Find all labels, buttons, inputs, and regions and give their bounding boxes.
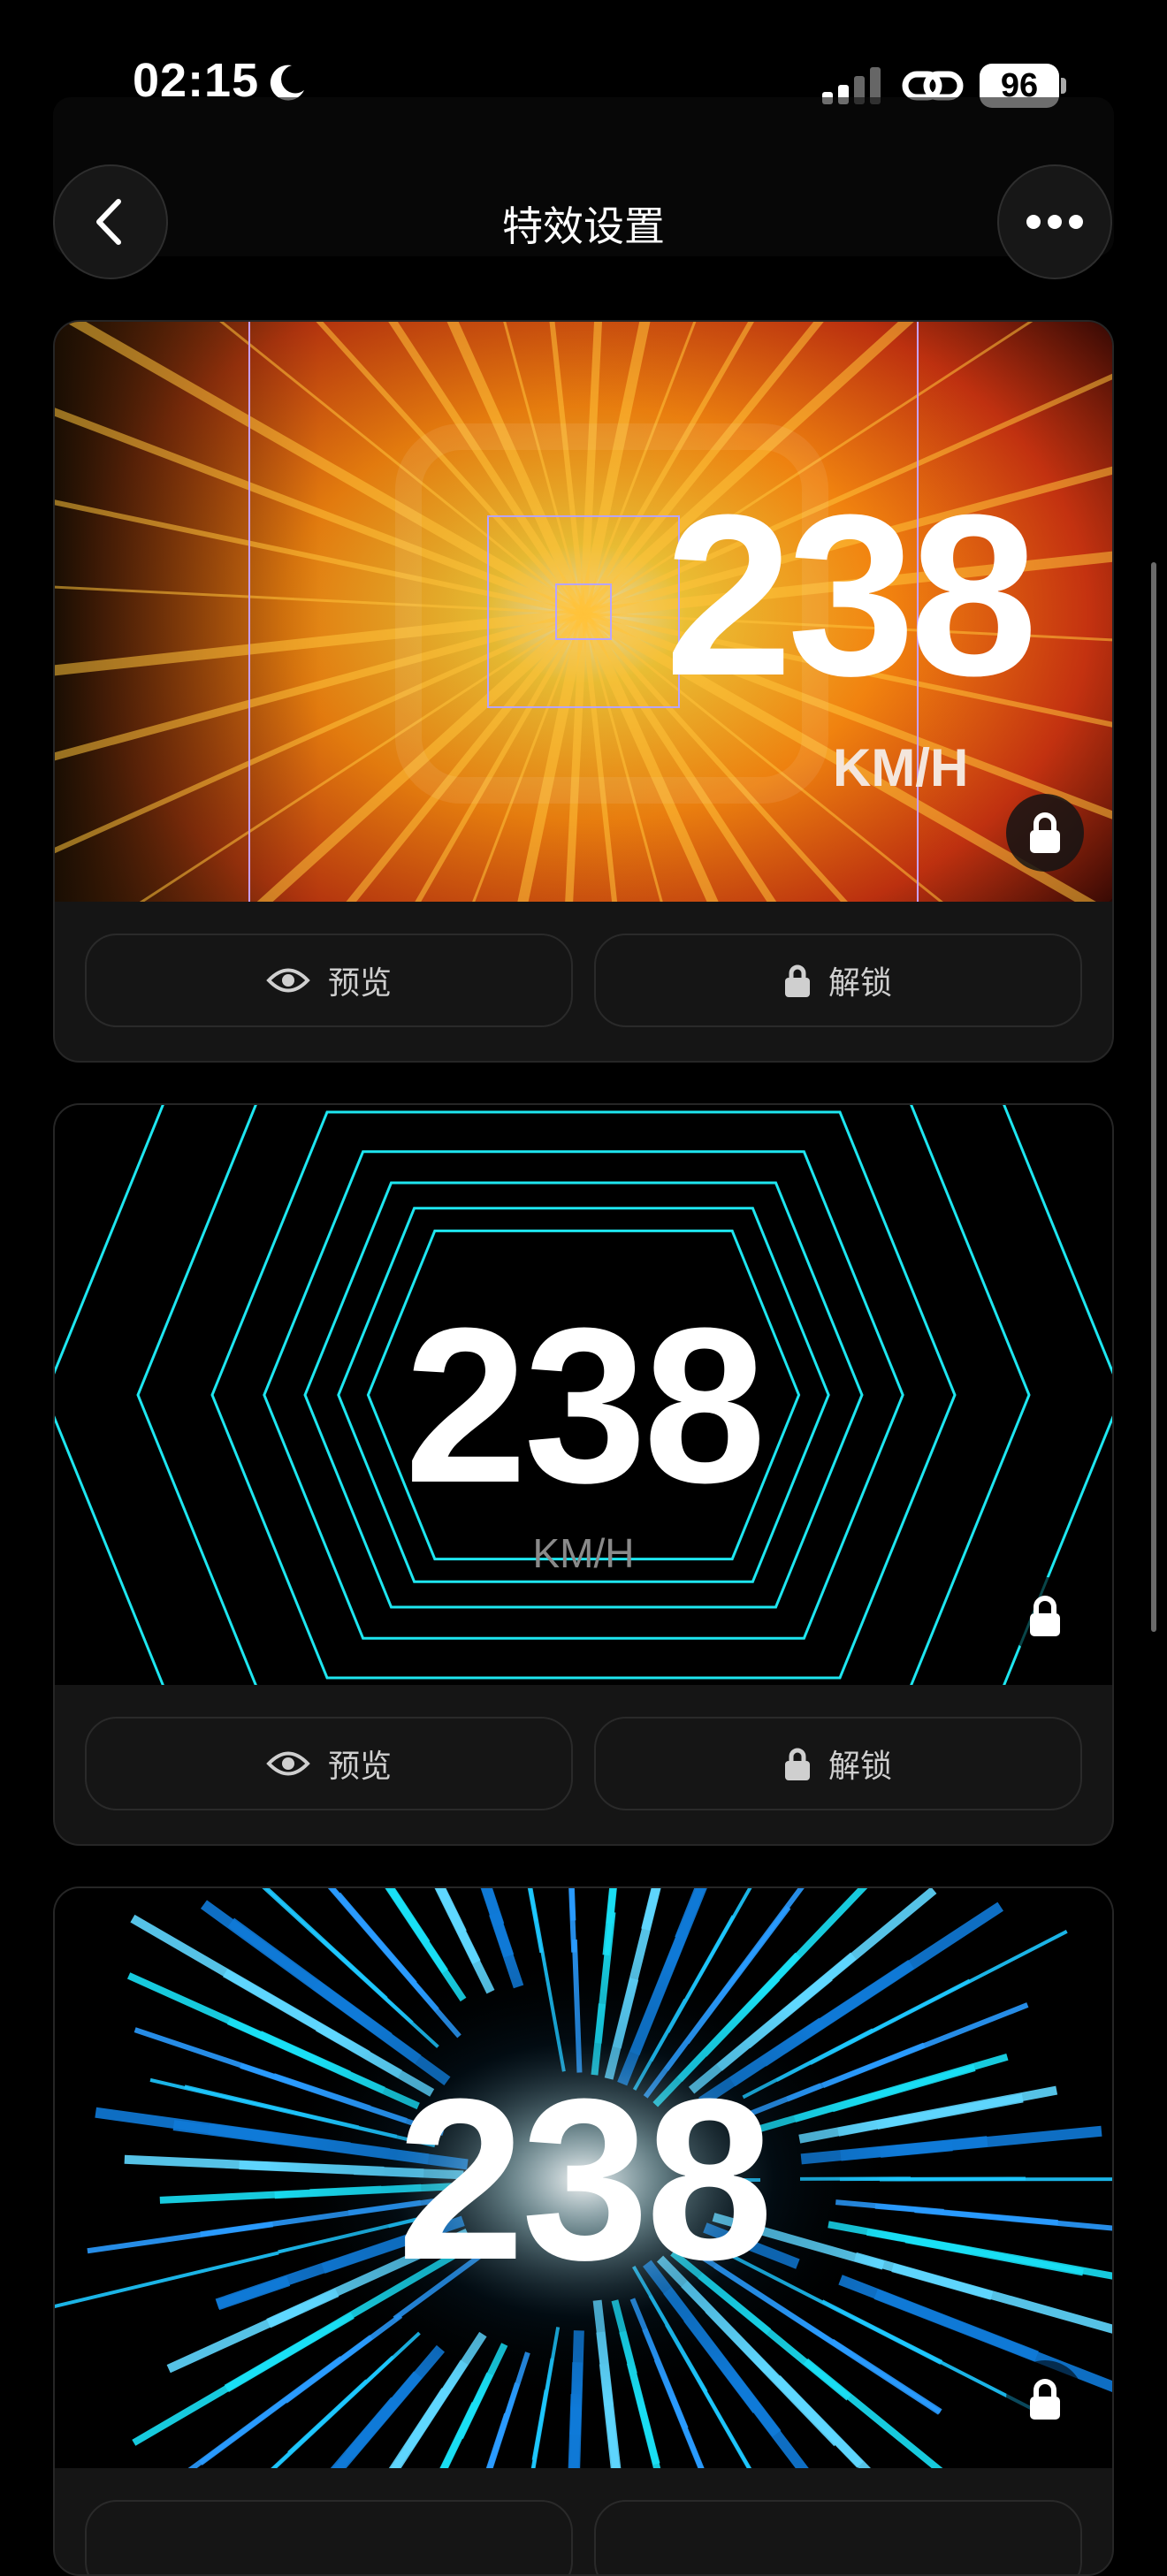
lock-badge xyxy=(1006,794,1084,872)
speed-value: 238 xyxy=(55,2065,1112,2295)
effect-preview-image[interactable]: 238 KM/H xyxy=(55,1105,1112,1685)
lock-icon xyxy=(1027,812,1063,853)
card-actions xyxy=(55,2468,1112,2576)
lock-icon xyxy=(784,964,811,997)
lock-badge xyxy=(1006,1577,1084,1655)
speed-unit: KM/H xyxy=(55,1529,1112,1577)
battery-nub xyxy=(1061,78,1066,94)
more-button[interactable] xyxy=(997,164,1112,279)
unlock-label: 解锁 xyxy=(828,957,892,1003)
preview-label: 预览 xyxy=(328,1741,392,1787)
speed-value: 238 xyxy=(665,481,1033,711)
speed-value: 238 xyxy=(55,1295,1112,1516)
preview-button[interactable]: 预览 xyxy=(85,1717,573,1810)
effect-card-2: 238 KM/H 预览 解锁 xyxy=(53,1103,1114,1846)
more-dots-icon xyxy=(999,166,1110,278)
card-actions: 预览 解锁 xyxy=(55,902,1112,1061)
unlock-button[interactable] xyxy=(594,2500,1082,2576)
unlock-button[interactable]: 解锁 xyxy=(594,1717,1082,1810)
lock-icon xyxy=(1027,1596,1063,1636)
card-actions: 预览 解锁 xyxy=(55,1685,1112,1844)
effect-preview-image[interactable]: 238 xyxy=(55,1888,1112,2468)
unlock-button[interactable]: 解锁 xyxy=(594,934,1082,1027)
effect-preview-image[interactable]: 238 KM/H xyxy=(55,322,1112,902)
preview-button[interactable] xyxy=(85,2500,573,2576)
lock-icon xyxy=(1027,2379,1063,2420)
scrollbar[interactable] xyxy=(1151,562,1156,1632)
effect-card-1: 238 KM/H 预览 解锁 xyxy=(53,320,1114,1063)
unlock-label: 解锁 xyxy=(828,1741,892,1787)
speed-unit: KM/H xyxy=(833,737,968,798)
eye-icon xyxy=(266,1749,310,1779)
preview-button[interactable]: 预览 xyxy=(85,934,573,1027)
lock-badge xyxy=(1006,2360,1084,2438)
lock-icon xyxy=(784,1747,811,1780)
eye-icon xyxy=(266,965,310,995)
page-title: 特效设置 xyxy=(0,194,1167,253)
effect-card-3: 238 xyxy=(53,1886,1114,2576)
preview-label: 预览 xyxy=(328,957,392,1003)
